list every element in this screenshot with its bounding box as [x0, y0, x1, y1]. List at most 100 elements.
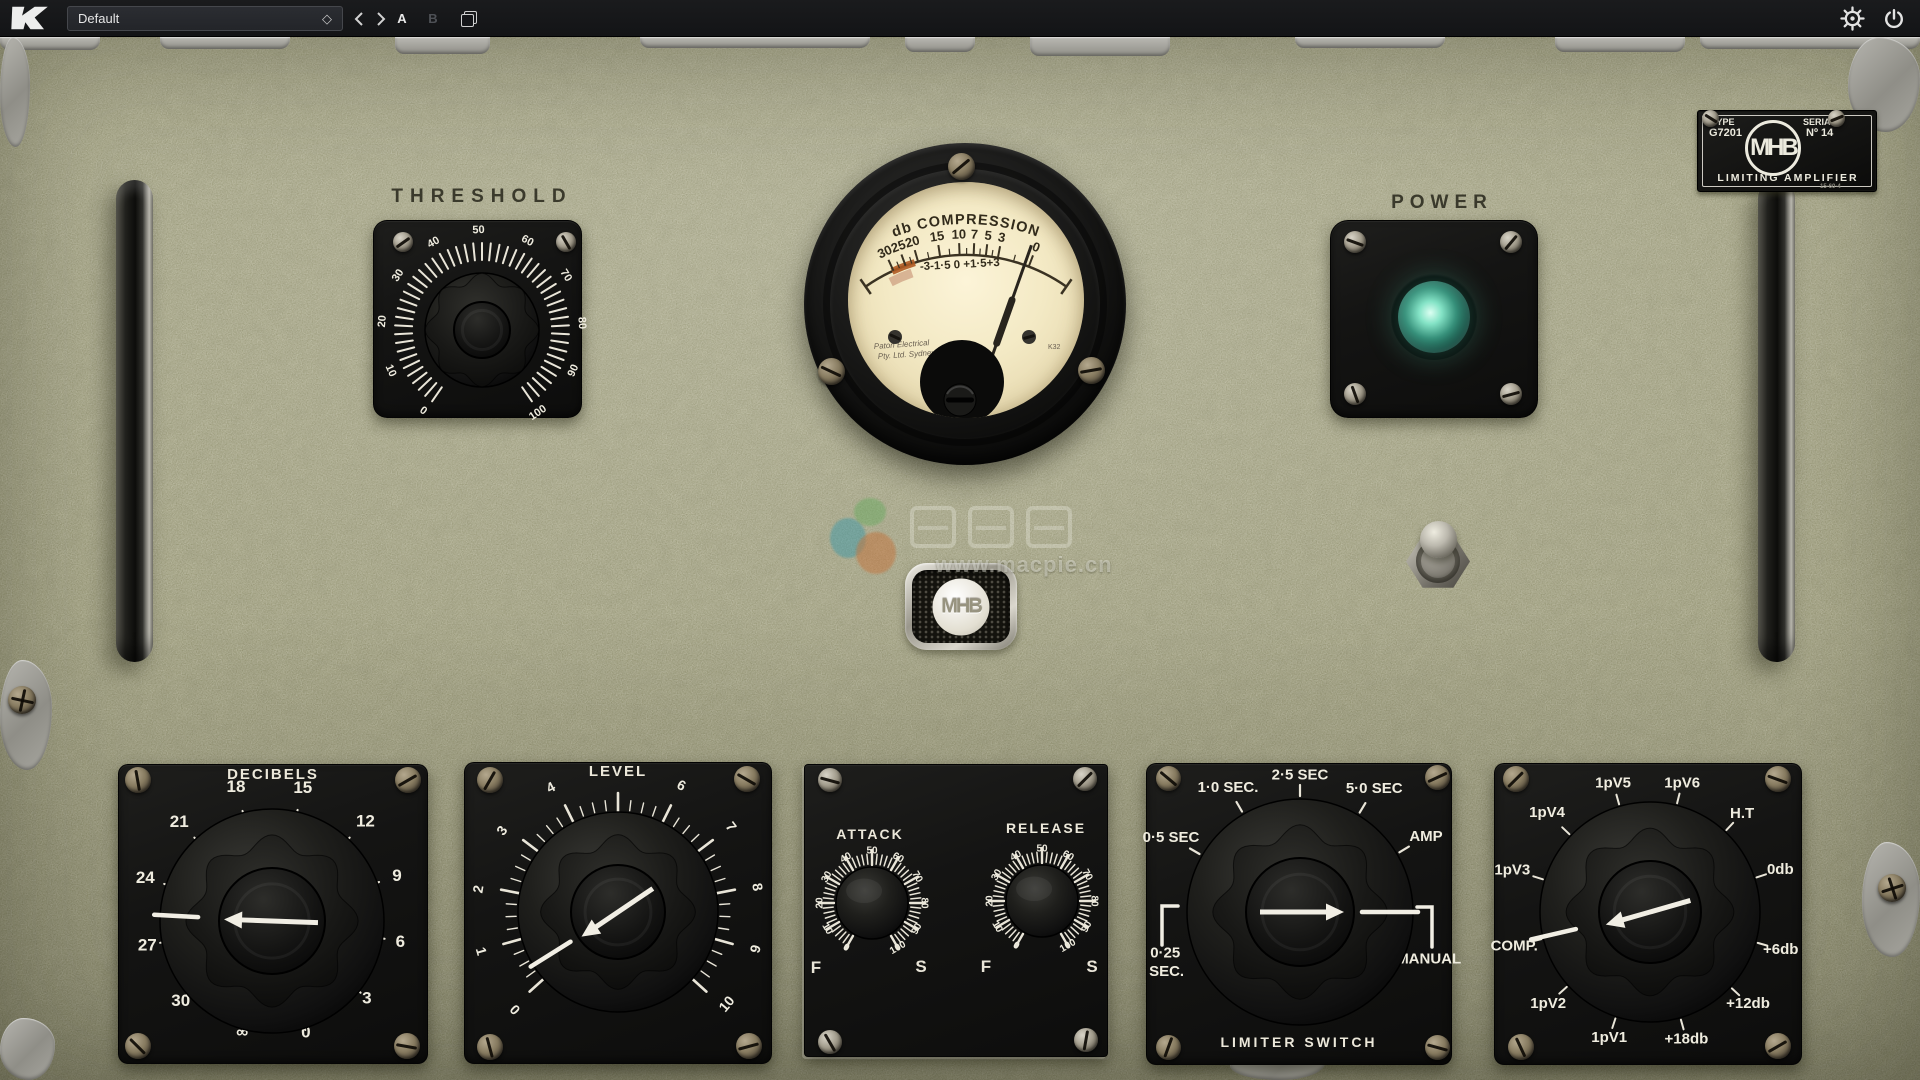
panel-screw — [395, 767, 421, 793]
paint-wear-patch — [1295, 37, 1445, 48]
svg-text:6: 6 — [396, 932, 405, 951]
watermark: www.macpie.cn — [828, 492, 1228, 584]
svg-text:30: 30 — [390, 267, 407, 284]
nameplate-title: LIMITING AMPLIFIER — [1698, 172, 1878, 184]
svg-text:50: 50 — [866, 846, 878, 857]
svg-text:80: 80 — [575, 316, 588, 329]
svg-text:40: 40 — [425, 234, 442, 250]
chassis-screw — [8, 686, 36, 714]
mhb-logo: MHB — [1745, 120, 1801, 176]
power-lamp — [1398, 281, 1470, 353]
paint-wear-patch — [0, 37, 30, 147]
svg-text:3: 3 — [493, 822, 511, 838]
panel-screw — [1765, 766, 1791, 792]
svg-text:10: 10 — [951, 226, 966, 242]
selector-knob[interactable] — [1535, 797, 1765, 1032]
nameplate-screw — [1828, 110, 1845, 127]
chevron-left-icon — [354, 11, 364, 27]
copy-icon — [461, 11, 477, 27]
panel-screw — [125, 767, 151, 793]
attack-knob[interactable] — [832, 863, 912, 948]
plate-screw — [1500, 231, 1522, 253]
svg-text:1pV5: 1pV5 — [1595, 775, 1631, 792]
svg-text:20: 20 — [903, 232, 921, 250]
svg-text:90: 90 — [565, 363, 581, 379]
paint-wear-patch — [0, 660, 52, 770]
settings-button[interactable] — [1838, 6, 1866, 31]
preset-diamond-icon: ◇ — [322, 11, 332, 27]
nameplate: TYPE G7201 SERIAL Nº 14 MHB LIMITING AMP… — [1697, 110, 1877, 192]
level-knob[interactable] — [513, 807, 723, 1022]
svg-text:1pV3: 1pV3 — [1494, 861, 1530, 878]
panel-screw — [734, 766, 760, 792]
watermark-logo-blob — [854, 498, 886, 526]
plate-screw — [393, 232, 413, 252]
svg-text:15: 15 — [293, 778, 312, 797]
faceplate: TYPE G7201 SERIAL Nº 14 MHB LIMITING AMP… — [0, 37, 1920, 1080]
ab-compare-a[interactable]: A — [393, 6, 411, 31]
svg-text:80: 80 — [919, 897, 930, 909]
svg-text:7: 7 — [723, 819, 741, 835]
release-slow-label: S — [1081, 957, 1103, 977]
paint-wear-patch — [160, 37, 290, 49]
plate-screw — [1344, 383, 1366, 405]
svg-text:3: 3 — [997, 229, 1007, 245]
svg-text:+18db: +18db — [1665, 1030, 1709, 1047]
svg-text:+6db: +6db — [1763, 941, 1798, 958]
threshold-knob[interactable] — [417, 265, 547, 400]
attack-fast-label: F — [805, 958, 827, 978]
bezel-screw — [1078, 357, 1105, 384]
release-knob[interactable] — [1002, 861, 1082, 946]
power-icon — [1882, 7, 1906, 31]
toolbar: Default ◇ A B — [0, 0, 1920, 37]
panel-screw — [1156, 1035, 1181, 1060]
limiter-title: LIMITER SWITCH — [1146, 1034, 1452, 1050]
svg-text:20: 20 — [376, 315, 389, 328]
nameplate-type-value: G7201 — [1709, 127, 1742, 139]
preset-next-button[interactable] — [371, 6, 391, 31]
svg-text:0·25: 0·25 — [1150, 945, 1180, 962]
release-fast-label: F — [975, 957, 997, 977]
svg-text:80: 80 — [1089, 895, 1100, 907]
toggle-switch[interactable] — [1404, 515, 1472, 603]
svg-text:1pV6: 1pV6 — [1664, 775, 1700, 792]
svg-text:50: 50 — [472, 224, 485, 236]
plugin-window: Default ◇ A B — [0, 0, 1920, 1080]
bezel-screw — [818, 358, 845, 385]
panel-screw — [1503, 766, 1529, 792]
badge-logo: MHB — [933, 578, 990, 635]
svg-text:9: 9 — [392, 866, 401, 885]
copy-settings-button[interactable] — [458, 6, 480, 31]
limiter-switch-knob[interactable] — [1180, 792, 1420, 1037]
ab-compare-b[interactable]: B — [424, 6, 442, 31]
svg-text:1: 1 — [473, 945, 491, 957]
svg-text:18: 18 — [227, 777, 246, 796]
watermark-logo-blob — [856, 532, 896, 574]
vu-meter-face: db COMPRESSION30252015107530-3-1·5 0 +1·… — [848, 182, 1084, 418]
panel-screw — [1425, 1035, 1450, 1060]
panel-screw — [1765, 1033, 1791, 1059]
decibels-knob[interactable] — [152, 801, 392, 1046]
panel-screw — [1425, 765, 1450, 790]
panel-screw — [736, 1033, 762, 1059]
svg-text:8: 8 — [749, 882, 766, 893]
panel-screw — [394, 1033, 420, 1059]
paint-wear-patch — [905, 37, 975, 52]
chevron-right-icon — [376, 11, 386, 27]
svg-text:20: 20 — [985, 895, 996, 907]
preset-selector[interactable]: Default ◇ — [67, 6, 343, 31]
panel-screw — [1156, 766, 1181, 791]
preset-prev-button[interactable] — [349, 6, 369, 31]
toggle-lever — [1420, 521, 1457, 558]
rack-handle-right — [1758, 180, 1795, 662]
plate-screw — [556, 232, 576, 252]
bypass-power-button[interactable] — [1880, 6, 1908, 31]
panel-screw — [818, 1030, 842, 1054]
svg-text:7: 7 — [971, 227, 979, 242]
watermark-logo-blob — [830, 518, 866, 558]
nameplate-code: 15-60-4 — [1820, 184, 1841, 190]
watermark-glyph — [1026, 506, 1072, 548]
svg-text:15: 15 — [929, 228, 946, 245]
badge-mesh: MHB — [912, 570, 1010, 643]
nameplate-screw — [1702, 110, 1719, 127]
